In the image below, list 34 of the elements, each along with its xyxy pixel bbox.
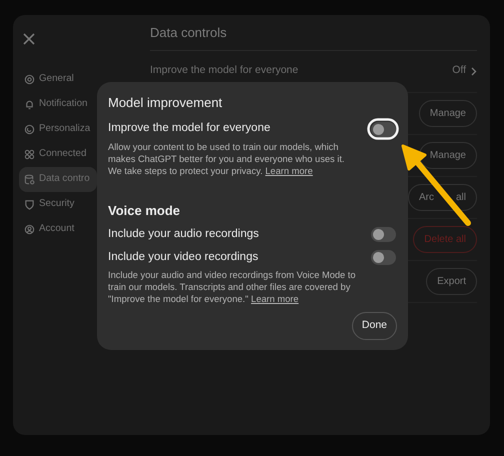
settings-icon: [24, 74, 35, 85]
learn-more-link[interactable]: Learn more: [251, 294, 299, 304]
setting-value[interactable]: Off: [452, 63, 477, 79]
database-icon: [24, 174, 35, 185]
toggle-switch[interactable]: [371, 250, 396, 266]
highlight-ring: [367, 118, 399, 140]
sidebar-item[interactable]: Account: [19, 217, 97, 242]
action-button[interactable]: Export: [426, 268, 477, 295]
shield-icon: [24, 199, 35, 210]
learn-more-link[interactable]: Learn more: [265, 166, 313, 176]
toggle-label: Include your video recordings: [108, 250, 258, 266]
sidebar-item[interactable]: Connected: [19, 142, 97, 167]
toggle-label: Improve the model for everyone: [108, 121, 270, 136]
sidebar-item[interactable]: Personaliza: [19, 117, 97, 142]
toggle-switch[interactable]: [371, 227, 396, 242]
done-button[interactable]: Done: [352, 312, 397, 340]
chevron-icon: [471, 66, 477, 76]
section-heading: Voice mode: [108, 202, 182, 220]
dialog-title: Model improvement: [108, 94, 224, 112]
toggle-label: Include your audio recordings: [108, 227, 259, 242]
grid-icon: [24, 149, 35, 160]
sidebar-item[interactable]: General: [19, 67, 97, 92]
setting-label: Improve the model for everyone: [150, 63, 298, 78]
action-button[interactable]: Manage: [418, 100, 477, 127]
page-title: Data controls: [150, 25, 477, 51]
sidebar-item[interactable]: Security: [19, 192, 97, 217]
description: Include your audio and video recordings from Voice Mode to train our models. Transcripts and other files are covered by "Improve the model for everyone." Learn more: [108, 269, 357, 306]
close-icon[interactable]: [23, 33, 35, 45]
account-icon: [24, 224, 35, 235]
sidebar-item[interactable]: Notification: [19, 92, 97, 117]
toggle-switch[interactable]: [371, 122, 396, 136]
sidebar-item[interactable]: Data contro: [19, 167, 97, 192]
description: Allow your content to be used to train our models, which makes ChatGPT better for you and everyone who uses it. We take steps to protect your privacy. Learn more: [108, 140, 346, 177]
bell-icon: [24, 99, 35, 110]
